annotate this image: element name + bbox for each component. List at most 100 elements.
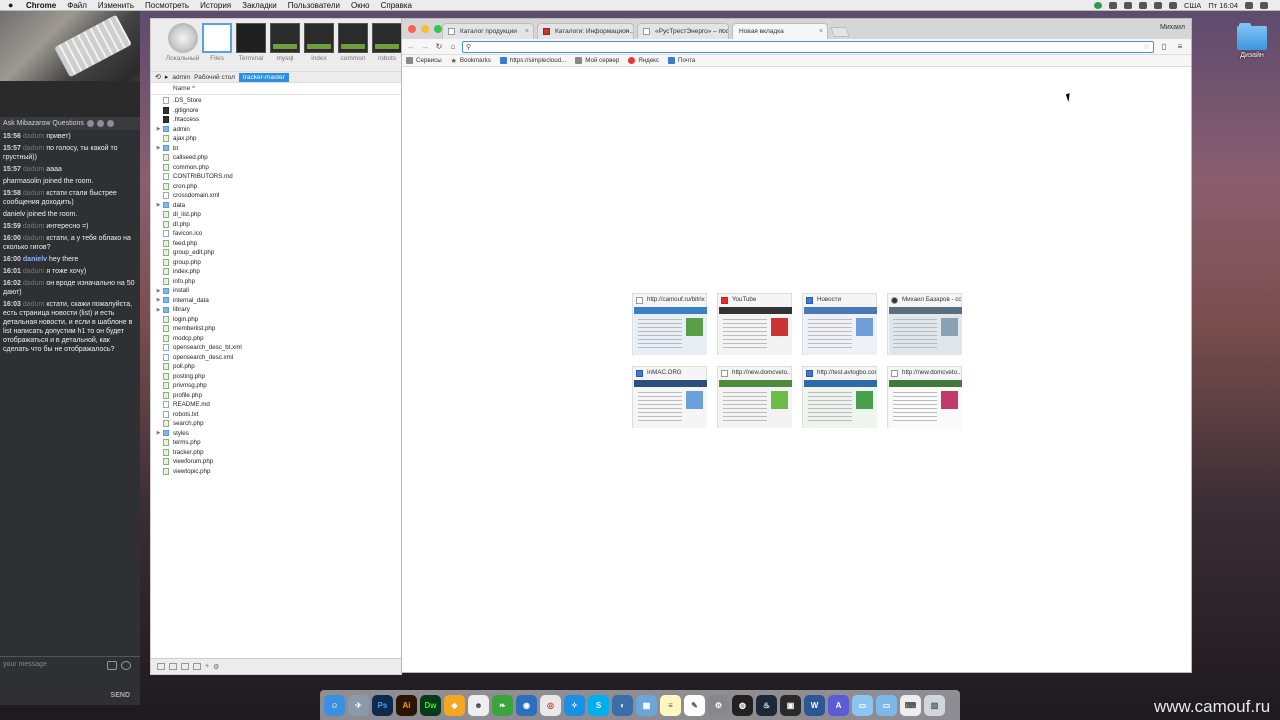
file-row[interactable]: terms.php	[151, 438, 401, 448]
toolbar-item[interactable]: Files	[202, 23, 232, 71]
close-window-icon[interactable]	[408, 25, 416, 33]
downloads-folder-icon[interactable]: ▭	[852, 694, 873, 716]
forward-icon[interactable]: →	[420, 42, 430, 51]
view-list-icon[interactable]	[169, 663, 177, 670]
message-user[interactable]: dadum	[23, 268, 44, 275]
close-tab-icon[interactable]: ×	[525, 24, 529, 39]
message-user[interactable]: dadum	[23, 301, 44, 308]
launchpad-icon[interactable]: ✈	[348, 694, 369, 716]
new-tab-button[interactable]	[830, 27, 850, 37]
file-row[interactable]: dl_list.php	[151, 210, 401, 220]
mobile-icon[interactable]: ▯	[1158, 42, 1170, 51]
file-row[interactable]: opensearch_desc_bt.xml	[151, 343, 401, 353]
chrome-icon[interactable]: ◎	[540, 694, 561, 716]
file-row[interactable]: ▶ admin	[151, 125, 401, 135]
emoji-app-icon[interactable]: ☻	[468, 694, 489, 716]
view-columns-icon[interactable]	[157, 663, 165, 670]
file-row[interactable]: privmsg.php	[151, 381, 401, 391]
clock[interactable]: Пт 16:04	[1208, 1, 1238, 10]
address-bar[interactable]: ⚲ ☆	[462, 40, 1154, 53]
disclosure-triangle-icon[interactable]: ▶	[155, 297, 162, 303]
bookmark-item[interactable]: ★ Bookmarks	[451, 57, 491, 65]
menu-item[interactable]: Пользователи	[288, 1, 340, 10]
illustrator-icon[interactable]: Ai	[396, 694, 417, 716]
file-row[interactable]: profile.php	[151, 391, 401, 401]
bookmark-item[interactable]: Сервисы	[406, 57, 442, 64]
close-tab-icon[interactable]: ×	[819, 24, 823, 39]
browser-app-icon[interactable]: ◉	[516, 694, 537, 716]
gear-icon[interactable]: ⚙	[213, 663, 219, 671]
evernote-icon[interactable]	[1094, 2, 1103, 9]
file-row[interactable]: dl.php	[151, 220, 401, 230]
disclosure-triangle-icon[interactable]: ▶	[155, 145, 162, 151]
file-row[interactable]: cron.php	[151, 182, 401, 192]
file-row[interactable]: callseed.php	[151, 153, 401, 163]
column-header-name[interactable]: Name ^	[151, 83, 401, 95]
people-icon[interactable]	[96, 120, 104, 127]
file-row[interactable]: .DS_Store	[151, 96, 401, 106]
disclosure-triangle-icon[interactable]: ▶	[155, 430, 162, 436]
disclosure-triangle-icon[interactable]: ▶	[155, 126, 162, 132]
toolbar-item[interactable]: mysql	[270, 23, 300, 71]
browser-tab[interactable]: Каталоги: Информацион... ×	[537, 23, 634, 39]
file-row[interactable]: login.php	[151, 315, 401, 325]
browser-tab[interactable]: «РусТрестЭнерго» – пос... ×	[637, 23, 729, 39]
trash-icon[interactable]: ▥	[924, 694, 945, 716]
input-language[interactable]: США	[1184, 1, 1201, 10]
message-user[interactable]: dadum	[23, 235, 44, 242]
word-icon[interactable]: W	[804, 694, 825, 716]
file-row[interactable]: CONTRIBUTORS.md	[151, 172, 401, 182]
dreamweaver-icon[interactable]: Dw	[420, 694, 441, 716]
file-row[interactable]: ▶ internal_data	[151, 296, 401, 306]
safari-icon[interactable]: ✧	[564, 694, 585, 716]
view-icons-icon[interactable]	[181, 663, 189, 670]
file-row[interactable]: ▶ data	[151, 201, 401, 211]
most-visited-tile[interactable]: InMAC.ORG	[632, 366, 707, 428]
file-row[interactable]: ▶ install	[151, 286, 401, 296]
file-row[interactable]: group_edit.php	[151, 248, 401, 258]
disclosure-triangle-icon[interactable]: ▶	[155, 307, 162, 313]
cloud-icon[interactable]	[1124, 2, 1133, 9]
file-row[interactable]: common.php	[151, 163, 401, 173]
sketch-icon[interactable]: ◆	[444, 694, 465, 716]
appstore-icon[interactable]: A	[828, 694, 849, 716]
zoom-window-icon[interactable]	[434, 25, 442, 33]
toolbar-item[interactable]: robots	[372, 23, 402, 71]
file-row[interactable]: README.md	[151, 400, 401, 410]
message-user[interactable]: dadum	[23, 223, 44, 230]
profile-button[interactable]: Михаил	[1160, 24, 1185, 31]
toolbar-item[interactable]: Локальный	[166, 23, 199, 71]
obs-icon[interactable]: ◍	[732, 694, 753, 716]
photoshop-icon[interactable]: Ps	[372, 694, 393, 716]
breadcrumb-item[interactable]: tracker-master	[238, 72, 289, 82]
file-row[interactable]: search.php	[151, 419, 401, 429]
message-user[interactable]: dadum	[23, 166, 44, 173]
settings-icon[interactable]	[106, 120, 114, 127]
breadcrumb-item[interactable]: Рабочий стол	[194, 74, 235, 81]
home-icon[interactable]: ⌂	[448, 42, 458, 51]
apple-icon[interactable]: ●	[8, 0, 18, 10]
send-button[interactable]: SEND	[111, 692, 130, 699]
skype-icon[interactable]: S	[588, 694, 609, 716]
file-row[interactable]: posting.php	[151, 372, 401, 382]
file-row[interactable]: feed.php	[151, 239, 401, 249]
quicktime-icon[interactable]: ◐	[612, 694, 633, 716]
file-row[interactable]: .htaccess	[151, 115, 401, 125]
file-row[interactable]: poll.php	[151, 362, 401, 372]
bookmark-item[interactable]: Мой сервер	[575, 57, 619, 64]
browser-tab[interactable]: Каталог продукции ×	[442, 23, 534, 39]
steam-icon[interactable]: ♨	[756, 694, 777, 716]
toolbar-item[interactable]: common	[338, 23, 368, 71]
leaf-app-icon[interactable]: ❧	[492, 694, 513, 716]
back-icon[interactable]: ←	[406, 42, 416, 51]
view-gallery-icon[interactable]	[193, 663, 201, 670]
menu-item[interactable]: Изменить	[98, 1, 134, 10]
volume-icon[interactable]	[1154, 2, 1163, 9]
documents-folder-icon[interactable]: ▭	[876, 694, 897, 716]
desktop-folder[interactable]: Дизайн	[1235, 23, 1269, 59]
bookmark-item[interactable]: Яндекс	[628, 57, 659, 64]
file-row[interactable]: crossdomain.xml	[151, 191, 401, 201]
bookmark-item[interactable]: https://simplecloud...	[499, 57, 566, 64]
file-row[interactable]: index.php	[151, 267, 401, 277]
menu-item[interactable]: Файл	[67, 1, 87, 10]
